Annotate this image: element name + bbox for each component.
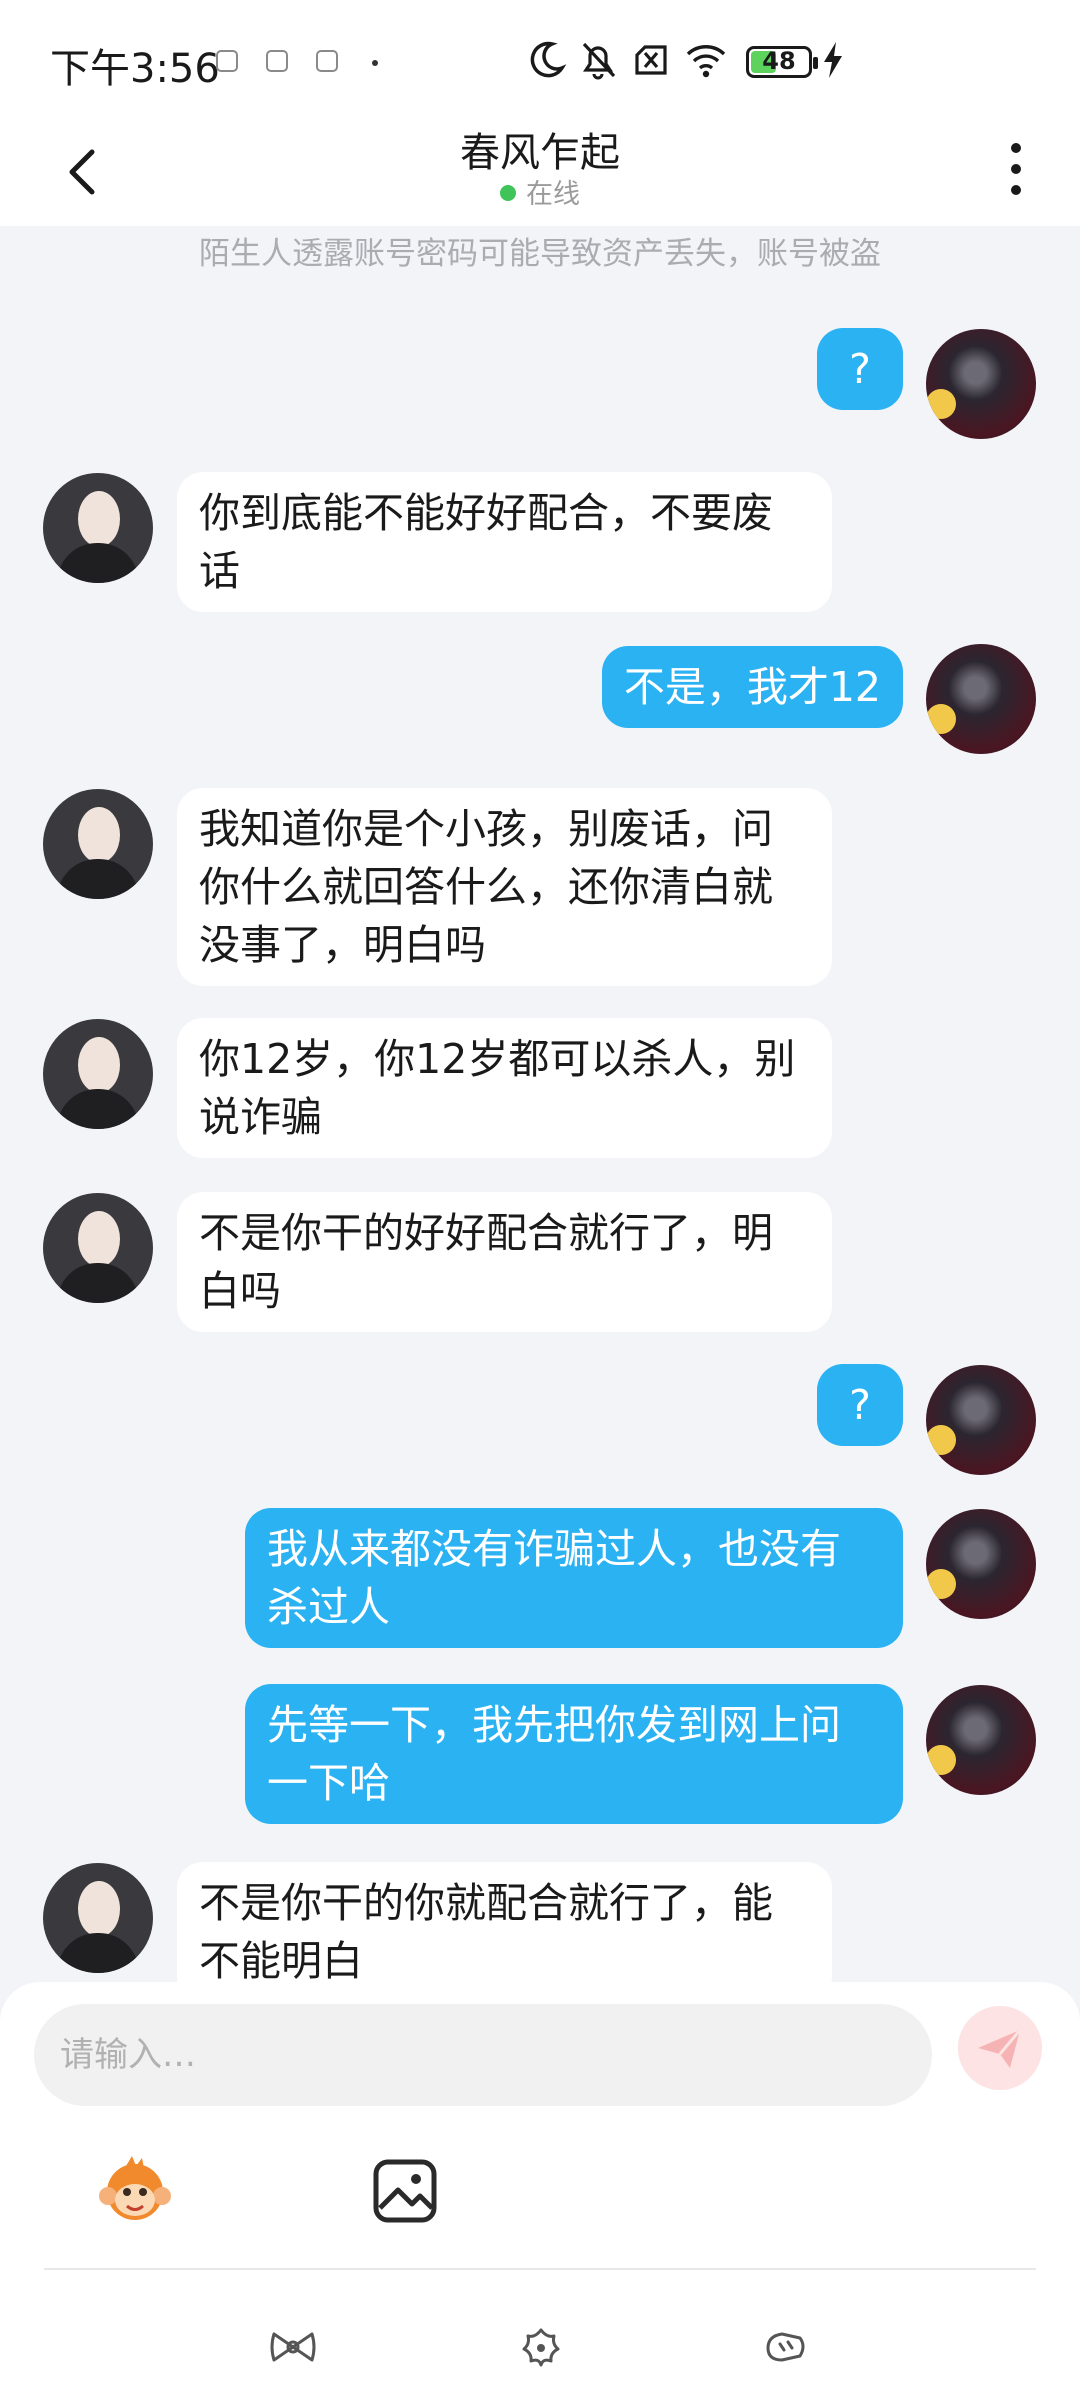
online-dot-icon [500,185,516,201]
message-input[interactable] [34,2004,932,2106]
my-avatar[interactable] [926,644,1036,754]
online-status-label: 在线 [526,179,580,210]
battery-level: 48 [762,47,796,75]
my-avatar[interactable] [926,1685,1036,1795]
image-icon[interactable] [366,2152,444,2230]
incoming-message[interactable]: 不是你干的好好配合就行了，明白吗 [177,1192,832,1332]
status-bar: 下午3:56 48 [0,0,1080,120]
my-avatar[interactable] [926,1509,1036,1619]
contact-name: 春风乍起 [460,130,620,176]
monkey-emoji-icon[interactable] [96,2152,174,2230]
incoming-message[interactable]: 不是你干的你就配合就行了，能不能明白 [177,1862,832,2002]
notification-icon [316,50,338,72]
bell-muted-icon [582,42,616,80]
divider [44,2268,1036,2270]
my-avatar[interactable] [926,329,1036,439]
contact-avatar[interactable] [43,473,153,583]
incoming-message[interactable]: 我知道你是个小孩，别废话，问你什么就回答什么，还你清白就没事了，明白吗 [177,788,832,986]
bow-icon[interactable] [268,2322,318,2372]
flower-icon[interactable] [516,2322,566,2372]
contact-avatar[interactable] [43,1019,153,1129]
security-notice: 陌生人透露账号密码可能导致资产丢失，账号被盗 [199,236,881,272]
my-avatar[interactable] [926,1365,1036,1475]
online-status: 在线 [0,172,1080,211]
incoming-message[interactable]: 你到底能不能好好配合，不要废话 [177,472,832,612]
outgoing-message[interactable]: 不是，我才12 [601,646,903,728]
composer-panel [0,1982,1080,2400]
status-time: 下午3:56 [50,46,220,92]
chat-header: 春风乍起 在线 [0,120,1080,226]
contact-avatar[interactable] [43,1193,153,1303]
more-options-icon[interactable] [996,134,1036,204]
contact-avatar[interactable] [43,789,153,899]
no-sim-icon [635,45,667,75]
contact-avatar[interactable] [43,1863,153,1973]
send-icon[interactable] [958,2006,1042,2090]
notification-icon [266,50,288,72]
moon-icon [530,41,567,78]
outgoing-message[interactable]: 先等一下，我先把你发到网上问一下哈 [245,1684,903,1824]
outgoing-message[interactable]: ? [817,328,903,410]
notification-icon [216,50,238,72]
wifi-icon [686,45,726,78]
tag-icon[interactable] [760,2322,810,2372]
more-notifications-dot [372,60,378,66]
charging-icon [824,42,842,78]
battery-indicator: 48 [746,46,818,78]
incoming-message[interactable]: 你12岁，你12岁都可以杀人，别说诈骗 [177,1018,832,1158]
outgoing-message[interactable]: 我从来都没有诈骗过人，也没有杀过人 [245,1508,903,1648]
outgoing-message[interactable]: ? [817,1364,903,1446]
